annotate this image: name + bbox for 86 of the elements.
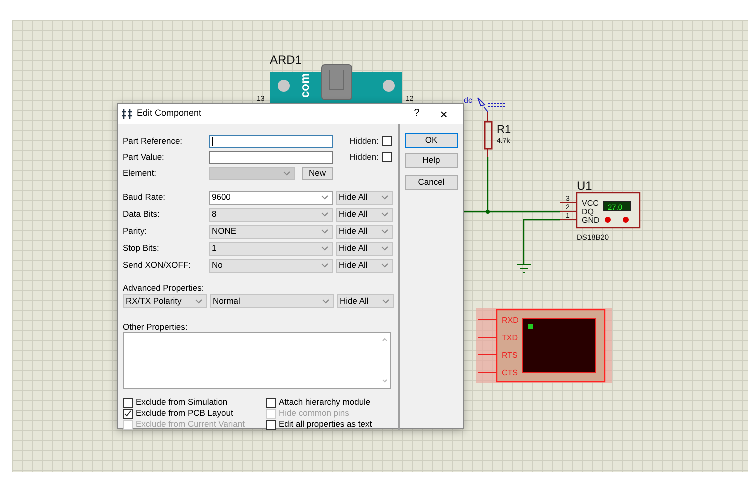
property-dropdown[interactable]: No — [209, 258, 333, 272]
pin-line — [560, 211, 578, 212]
chevron-icon — [382, 298, 390, 304]
button-icon[interactable] — [605, 217, 611, 223]
component-icon — [122, 109, 132, 119]
chevron-icon — [381, 263, 389, 268]
section-label: Other Properties: — [123, 321, 189, 332]
power-terminal-drawing — [478, 98, 506, 112]
chevron-icon — [381, 246, 389, 251]
checkbox[interactable] — [266, 420, 276, 430]
pin-name: GND — [582, 216, 600, 225]
cursor-icon — [528, 324, 533, 329]
property-label: Baud Rate: — [123, 191, 167, 204]
checkbox[interactable] — [123, 408, 133, 418]
chevron-icon — [195, 298, 203, 304]
field-label: Part Reference: — [123, 134, 184, 148]
visibility-dropdown[interactable]: Hide All — [336, 208, 393, 222]
pin-line — [478, 372, 498, 373]
dialog-button[interactable]: Help — [405, 153, 458, 168]
pin-name: RXD — [502, 316, 519, 325]
terminal-label: dc — [464, 96, 472, 105]
visibility-dropdown[interactable]: Hide All — [337, 294, 394, 308]
chevron-icon — [321, 246, 329, 251]
temperature-display — [604, 202, 632, 212]
chevron-icon — [381, 212, 389, 217]
hidden-label: Hidden: — [350, 134, 379, 148]
value-dropdown[interactable]: Normal — [210, 294, 334, 308]
property-dropdown[interactable]: 9600 — [209, 190, 333, 204]
component-reference: ARD1 — [270, 53, 302, 67]
help-button[interactable]: ? — [406, 109, 428, 119]
property-label: Stop Bits: — [123, 242, 160, 255]
checkbox[interactable] — [123, 398, 133, 408]
field-label: Element: — [123, 166, 158, 180]
visibility-dropdown[interactable]: Hide All — [336, 258, 393, 272]
pin-line — [478, 337, 498, 338]
input-field[interactable] — [209, 134, 333, 148]
pin-name: DQ — [582, 208, 594, 216]
checkbox-label: Exclude from Current Variant — [136, 420, 245, 429]
board-text: com — [298, 73, 312, 98]
pin-name: TXD — [502, 334, 518, 342]
chevron-icon — [321, 229, 329, 234]
chevron-icon — [321, 195, 329, 200]
close-button[interactable]: × — [433, 108, 455, 120]
window-title: Edit Component — [137, 107, 203, 120]
checkbox[interactable] — [382, 152, 392, 162]
chevron-icon — [381, 195, 389, 200]
property-label: Send XON/XOFF: — [123, 259, 192, 272]
checkbox[interactable] — [382, 136, 392, 146]
chevron-icon — [322, 298, 330, 304]
visibility-dropdown[interactable]: Hide All — [336, 224, 393, 238]
text-area[interactable] — [123, 332, 391, 389]
resistor[interactable] — [484, 112, 493, 158]
chevron-icon — [321, 212, 329, 217]
visibility-dropdown[interactable]: Hide All — [336, 190, 393, 204]
checkbox[interactable] — [266, 398, 276, 408]
ground-symbol — [516, 264, 532, 274]
button-icon[interactable] — [623, 217, 629, 223]
component-reference: U1 — [577, 179, 592, 193]
property-dropdown[interactable]: 8 — [209, 208, 333, 222]
hidden-label: Hidden: — [350, 150, 379, 164]
pin-line — [478, 354, 498, 356]
property-dropdown[interactable]: RX/TX Polarity — [123, 294, 207, 308]
checkbox-label: Exclude from Simulation — [136, 398, 228, 407]
checkbox-label: Hide common pins — [279, 409, 350, 418]
dialog-button[interactable]: Cancel — [405, 175, 458, 190]
checkbox-label: Attach hierarchy module — [279, 398, 371, 407]
input-field[interactable] — [209, 150, 333, 164]
property-label: Data Bits: — [123, 208, 161, 221]
component-reference: R1 — [497, 124, 512, 136]
property-dropdown[interactable]: 1 — [209, 242, 333, 256]
checkbox-label: Edit all properties as text — [279, 420, 372, 429]
arduino-board[interactable] — [270, 64, 402, 106]
pin-line — [560, 202, 578, 204]
pin-name: CTS — [502, 368, 518, 378]
chevron-icon — [321, 263, 329, 268]
pin-name: RTS — [502, 351, 518, 360]
pin-name: VCC — [582, 199, 599, 208]
field-label: Part Value: — [123, 150, 166, 164]
checkbox-label: Exclude from PCB Layout — [136, 409, 234, 418]
chevron-icon — [381, 229, 389, 234]
visibility-dropdown[interactable]: Hide All — [336, 242, 393, 256]
dialog-button[interactable]: OK — [405, 133, 458, 148]
property-dropdown[interactable]: NONE — [209, 224, 333, 238]
section-label: Advanced Properties: — [123, 282, 206, 293]
chevron-icon — [283, 170, 291, 176]
property-label: Parity: — [123, 225, 148, 238]
